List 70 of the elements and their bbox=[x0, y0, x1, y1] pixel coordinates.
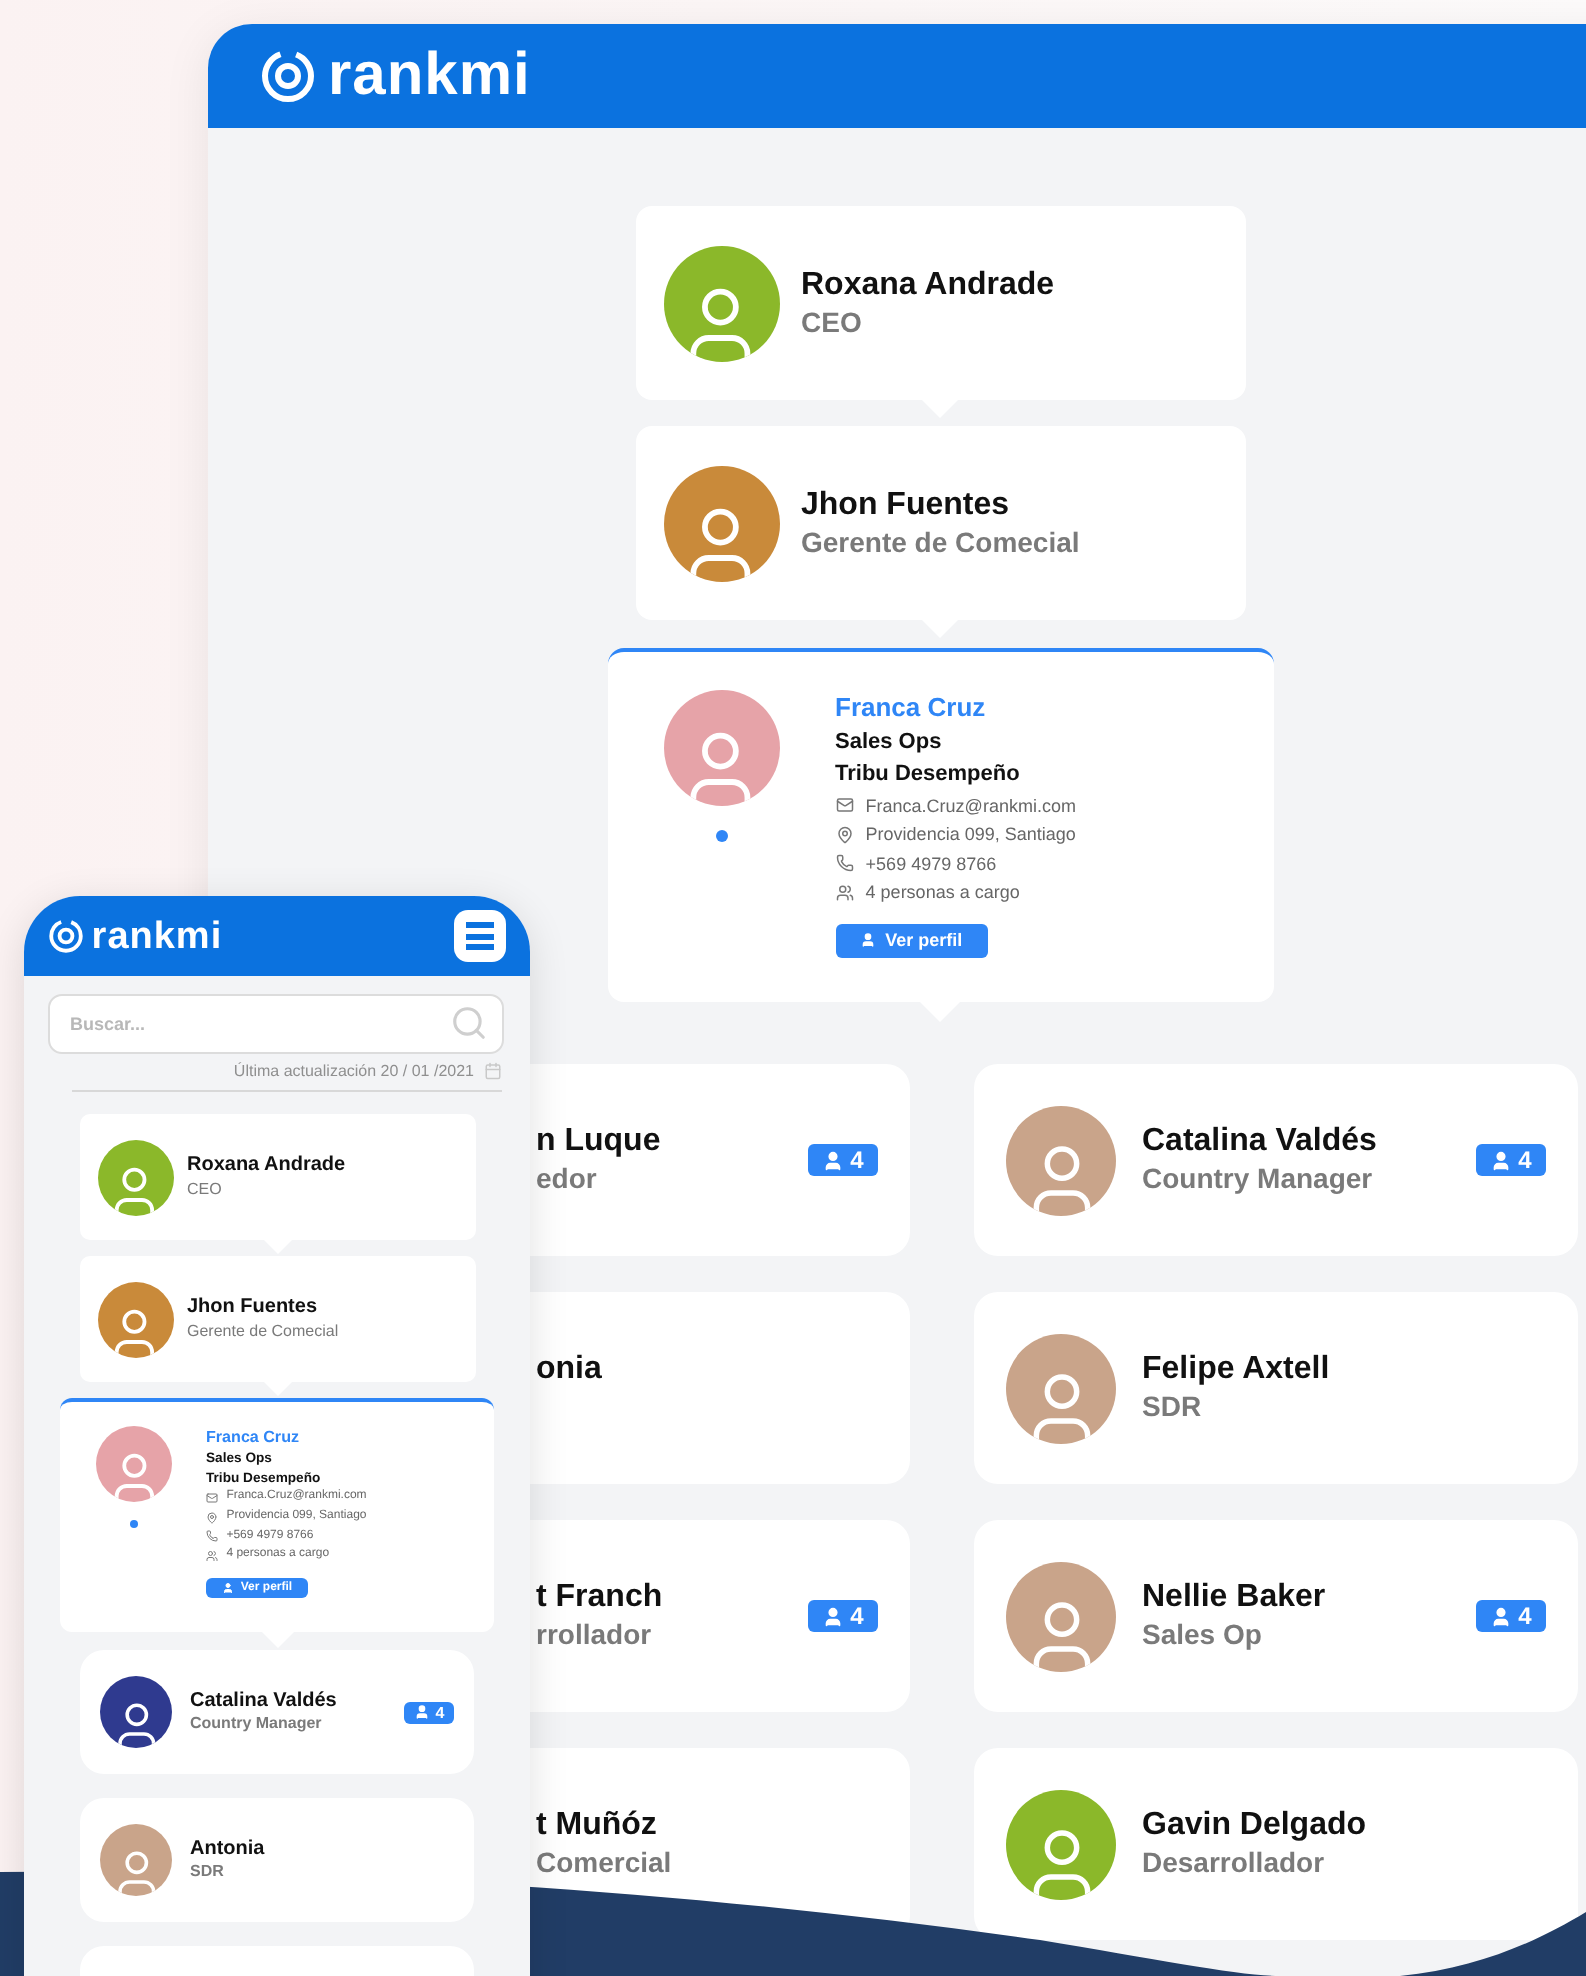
job-title: SDR bbox=[1142, 1390, 1204, 1425]
menu-button[interactable] bbox=[454, 910, 506, 962]
avatar-placeholder bbox=[100, 1676, 172, 1748]
contact-text: Franca.Cruz@rankmi.com bbox=[865, 793, 1076, 820]
person-name: Jhon Fuentes bbox=[187, 1296, 320, 1322]
email-icon bbox=[835, 796, 853, 815]
user-icon bbox=[822, 1605, 845, 1627]
search-field[interactable]: Buscar... bbox=[48, 994, 504, 1054]
job-title: Gerente de Comecial bbox=[801, 525, 1082, 561]
job-title: Comercial bbox=[536, 1846, 674, 1881]
rankmi-logo: rankmi bbox=[48, 917, 223, 955]
contact-text: +569 4979 8766 bbox=[865, 851, 997, 877]
rankmi-logo: rankmi bbox=[260, 46, 531, 106]
user-icon bbox=[1490, 1605, 1513, 1627]
location-icon bbox=[206, 1511, 218, 1524]
reports-badge: 4 bbox=[403, 1701, 454, 1723]
person-name: Felipe Axtell bbox=[1142, 1350, 1332, 1390]
person-name: Antonia bbox=[190, 1837, 267, 1863]
email-icon bbox=[206, 1492, 218, 1505]
avatar-placeholder bbox=[100, 1824, 172, 1896]
person-name: t Muñóz bbox=[536, 1806, 659, 1846]
reports-badge: 4 bbox=[1475, 1600, 1546, 1632]
reports-badge: 4 bbox=[807, 1600, 878, 1632]
job-title: Gerente de Comecial bbox=[187, 1321, 341, 1342]
job-title: Sales Ops bbox=[835, 727, 944, 758]
job-title: Sales Op bbox=[1142, 1618, 1264, 1653]
avatar-placeholder bbox=[97, 1139, 173, 1215]
person-name: t Franch bbox=[536, 1578, 665, 1618]
user-icon bbox=[413, 1704, 430, 1720]
phone-icon bbox=[206, 1530, 218, 1543]
last-updated-text: Última actualización 20 / 01 /2021 bbox=[233, 1062, 474, 1080]
job-title: SDR bbox=[190, 1862, 226, 1883]
person-name: Catalina Valdés bbox=[1142, 1122, 1379, 1162]
avatar-placeholder bbox=[96, 1426, 172, 1502]
status-dot bbox=[715, 830, 727, 842]
view-profile-button[interactable]: Ver perfil bbox=[835, 924, 988, 958]
contact-text: Providencia 099, Santiago bbox=[865, 822, 1076, 849]
contact-text: 4 personas a cargo bbox=[865, 879, 1020, 906]
user-icon bbox=[822, 1149, 845, 1171]
location-icon bbox=[835, 825, 853, 844]
job-title: CEO bbox=[187, 1179, 224, 1200]
reports-badge: 4 bbox=[807, 1144, 878, 1176]
person-name: n Luque bbox=[536, 1122, 663, 1162]
status-dot bbox=[130, 1520, 138, 1528]
person-name: Jhon Fuentes bbox=[801, 485, 1012, 526]
job-title: rrollador bbox=[536, 1618, 654, 1653]
people-icon bbox=[835, 883, 853, 902]
person-name: Roxana Andrade bbox=[801, 265, 1057, 306]
person-name: Franca Cruz bbox=[835, 690, 988, 726]
job-title: Country Manager bbox=[1142, 1162, 1375, 1197]
person-name: onia bbox=[536, 1350, 604, 1390]
job-title: CEO bbox=[801, 305, 864, 341]
person-name: Nellie Baker bbox=[1142, 1578, 1328, 1618]
user-icon bbox=[1490, 1149, 1513, 1171]
people-icon bbox=[206, 1550, 218, 1563]
person-name: Roxana Andrade bbox=[187, 1154, 348, 1180]
person-name: Gavin Delgado bbox=[1142, 1806, 1369, 1846]
team-name: Tribu Desempeño bbox=[835, 759, 1022, 790]
search-icon bbox=[450, 1004, 488, 1042]
phone-icon bbox=[835, 854, 853, 873]
job-title: Country Manager bbox=[190, 1714, 324, 1735]
user-icon bbox=[860, 932, 877, 949]
job-title: edor bbox=[536, 1162, 599, 1197]
reports-badge: 4 bbox=[1475, 1144, 1546, 1176]
avatar-placeholder bbox=[97, 1281, 173, 1357]
user-icon bbox=[222, 1581, 235, 1594]
person-name: Catalina Valdés bbox=[190, 1689, 339, 1715]
job-title: Desarrollador bbox=[1142, 1846, 1327, 1881]
person-name: Franca Cruz bbox=[206, 1426, 302, 1450]
calendar-icon bbox=[484, 1062, 502, 1080]
